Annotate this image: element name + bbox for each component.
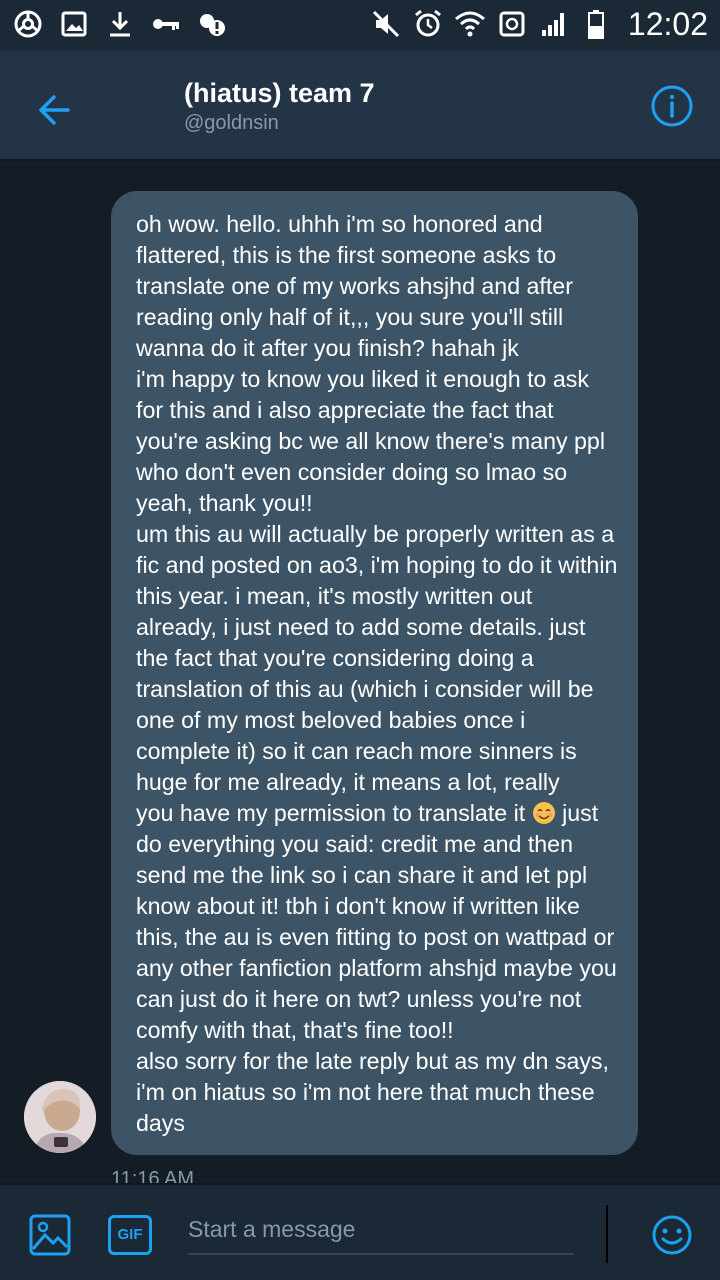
- message-input[interactable]: [188, 1205, 574, 1255]
- mute-icon: [372, 10, 399, 38]
- status-bar: 12:02: [0, 0, 720, 50]
- data-sync-icon: [499, 11, 525, 37]
- key-icon: [153, 19, 179, 30]
- image-notification-icon: [61, 11, 87, 37]
- vpn-alert-icon: [200, 14, 225, 36]
- conversation-header: (hiatus) team 7 @goldnsin: [0, 50, 720, 161]
- alarm-icon: [414, 9, 441, 37]
- info-icon[interactable]: [650, 84, 694, 128]
- message-thread[interactable]: oh wow. hello. uhhh i'm so honored and f…: [0, 161, 720, 1183]
- avatar[interactable]: [24, 1081, 96, 1153]
- battery-icon: [587, 10, 604, 39]
- compose-divider: [606, 1205, 608, 1263]
- back-arrow-icon[interactable]: [32, 86, 80, 134]
- message-text-part1: oh wow. hello. uhhh i'm so honored and f…: [136, 211, 618, 826]
- chrome-icon: [14, 10, 42, 38]
- gif-button[interactable]: GIF: [108, 1215, 152, 1255]
- message-text-part2: just do everything you said: credit me a…: [136, 800, 617, 1136]
- status-time: 12:02: [627, 6, 708, 42]
- conversation-title: (hiatus) team 7: [184, 78, 375, 108]
- message-bubble[interactable]: oh wow. hello. uhhh i'm so honored and f…: [111, 191, 638, 1155]
- status-bar-right: 12:02: [370, 6, 708, 42]
- message-timestamp: 11:16 AM: [111, 1168, 195, 1183]
- compose-bar: GIF: [0, 1183, 720, 1280]
- smiling-face-emoji-icon: [532, 802, 555, 824]
- conversation-handle: @goldnsin: [184, 112, 279, 134]
- image-icon[interactable]: [28, 1213, 72, 1257]
- signal-icon: [541, 13, 564, 36]
- download-icon: [110, 12, 130, 37]
- status-bar-left: [12, 8, 228, 40]
- wifi-icon: [454, 11, 485, 37]
- emoji-icon[interactable]: [650, 1213, 694, 1257]
